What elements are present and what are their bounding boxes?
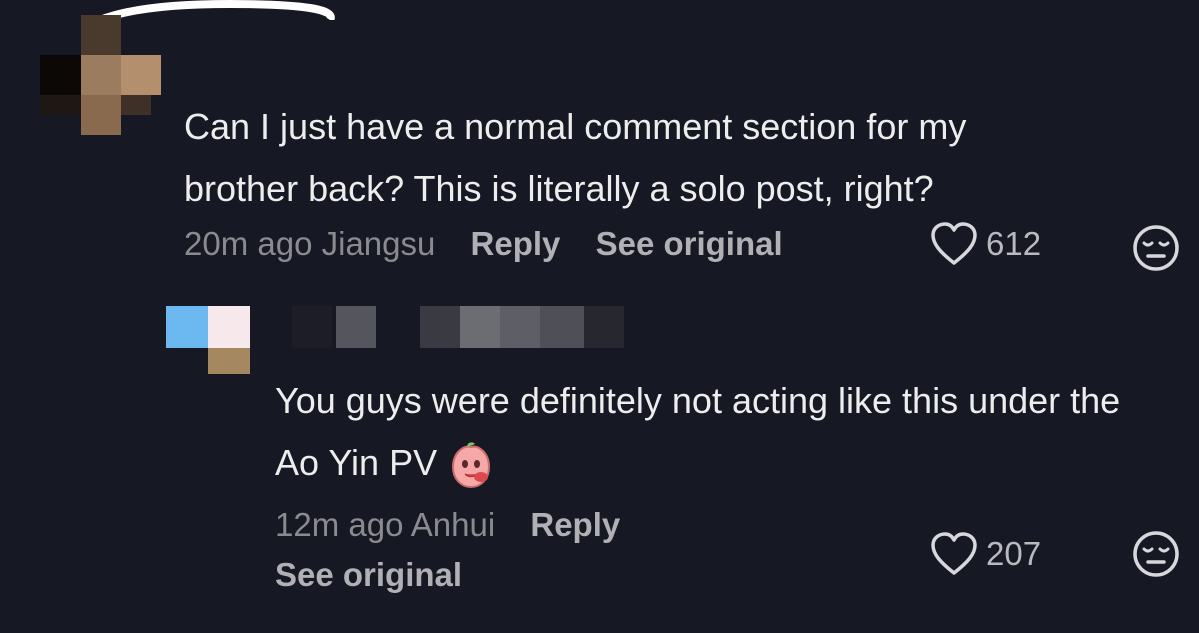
reply-text-content: You guys were definitely not acting like… xyxy=(275,380,1121,483)
reply-button[interactable]: Reply xyxy=(530,506,620,543)
like-button[interactable]: 612 xyxy=(930,222,1041,266)
reaction-button[interactable] xyxy=(1132,224,1180,277)
comment-meta: 20m ago Jiangsu Reply See original xyxy=(184,224,783,264)
like-count: 612 xyxy=(986,225,1042,262)
username-censored[interactable] xyxy=(292,306,632,348)
reply-meta: 12m ago Anhui Reply xyxy=(275,505,620,545)
heart-outline-icon xyxy=(931,222,977,265)
peach-character-sticker xyxy=(452,442,491,489)
neutral-face-reaction-icon xyxy=(1133,225,1179,271)
reply-button[interactable]: Reply xyxy=(471,225,561,262)
like-button[interactable]: 207 xyxy=(930,532,1041,576)
see-original-button[interactable]: See original xyxy=(275,556,462,593)
reaction-button[interactable] xyxy=(1132,530,1180,583)
neutral-face-reaction-icon xyxy=(1133,531,1179,577)
like-count: 207 xyxy=(986,535,1042,572)
avatar-commenter-1[interactable] xyxy=(40,15,170,140)
reply-meta-2: See original xyxy=(275,555,462,595)
avatar-commenter-2[interactable] xyxy=(166,306,256,374)
reply-text: You guys were definitely not acting like… xyxy=(275,370,1155,494)
reply-location: Anhui xyxy=(410,506,496,543)
reply-timestamp: 12m ago xyxy=(275,506,404,543)
see-original-button[interactable]: See original xyxy=(596,225,783,262)
heart-outline-icon xyxy=(931,532,977,575)
comment-location: Jiangsu xyxy=(321,225,436,262)
comment-timestamp: 20m ago xyxy=(184,225,313,262)
comment-text: Can I just have a normal comment section… xyxy=(184,106,967,209)
